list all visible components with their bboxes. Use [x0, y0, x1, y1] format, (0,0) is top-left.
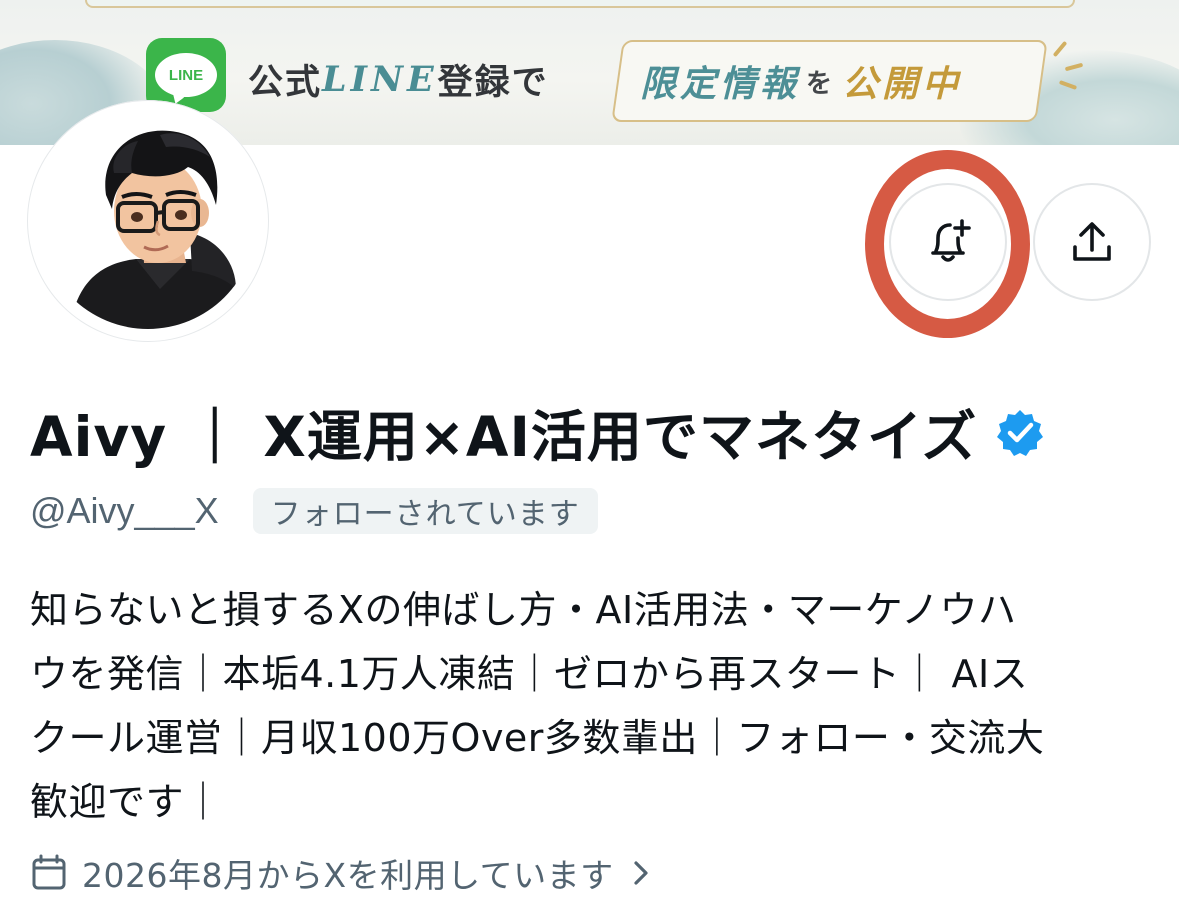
calendar-icon [32, 854, 66, 890]
notifications-button[interactable] [889, 183, 1007, 301]
bio-line: 歓迎です｜ [30, 780, 223, 824]
profile-name-row: Aivy ｜ X運用×AI活用でマネタイズ [30, 396, 1045, 469]
display-name: Aivy ｜ X運用×AI活用でマネタイズ [30, 405, 978, 469]
share-button[interactable] [1033, 183, 1151, 301]
follows-you-badge: フォローされています [252, 488, 598, 534]
avatar[interactable] [27, 100, 269, 342]
banner-text-part1: 公式 [248, 62, 323, 103]
banner-pill-gold: 公開中 [842, 63, 963, 105]
banner-text: 公式 LINE 登録で [248, 54, 549, 104]
handle-row: @Aivy___X フォローされています [30, 488, 598, 534]
profile-handle: @Aivy___X [30, 490, 219, 531]
bio-line: 知らないと損するXの伸ばし方・AI活用法・マーケノウハ [30, 588, 1017, 632]
bio-line: クール運営｜月収100万Over多数輩出｜フォロー・交流大 [30, 716, 1045, 760]
chevron-right-icon [634, 861, 648, 885]
banner-pill-teal: 限定情報 [640, 63, 801, 105]
banner-text-part2: 登録で [437, 62, 549, 103]
share-upload-icon [1073, 222, 1111, 261]
banner-text-line: LINE [322, 58, 438, 100]
joined-date-text: 2026年8月からXを利用しています [82, 856, 614, 895]
profile-bio: 知らないと損するXの伸ばし方・AI活用法・マーケノウハ ウを発信｜本垢4.1万人… [30, 578, 1160, 834]
bio-line: ウを発信｜本垢4.1万人凍結｜ゼロから再スタート｜ AIス [30, 652, 1029, 696]
bell-plus-icon [931, 219, 971, 262]
joined-date-row[interactable]: 2026年8月からXを利用しています [30, 850, 652, 896]
avatar-illustration [40, 113, 256, 329]
banner-decoration [85, 0, 1075, 8]
avatar-image [40, 113, 256, 329]
banner-pill-text: 限定情報 を 公開中 [640, 54, 962, 108]
banner-pill-small: を [806, 68, 837, 99]
line-logo-text: LINE [155, 53, 217, 97]
verified-badge-icon[interactable] [995, 407, 1045, 457]
